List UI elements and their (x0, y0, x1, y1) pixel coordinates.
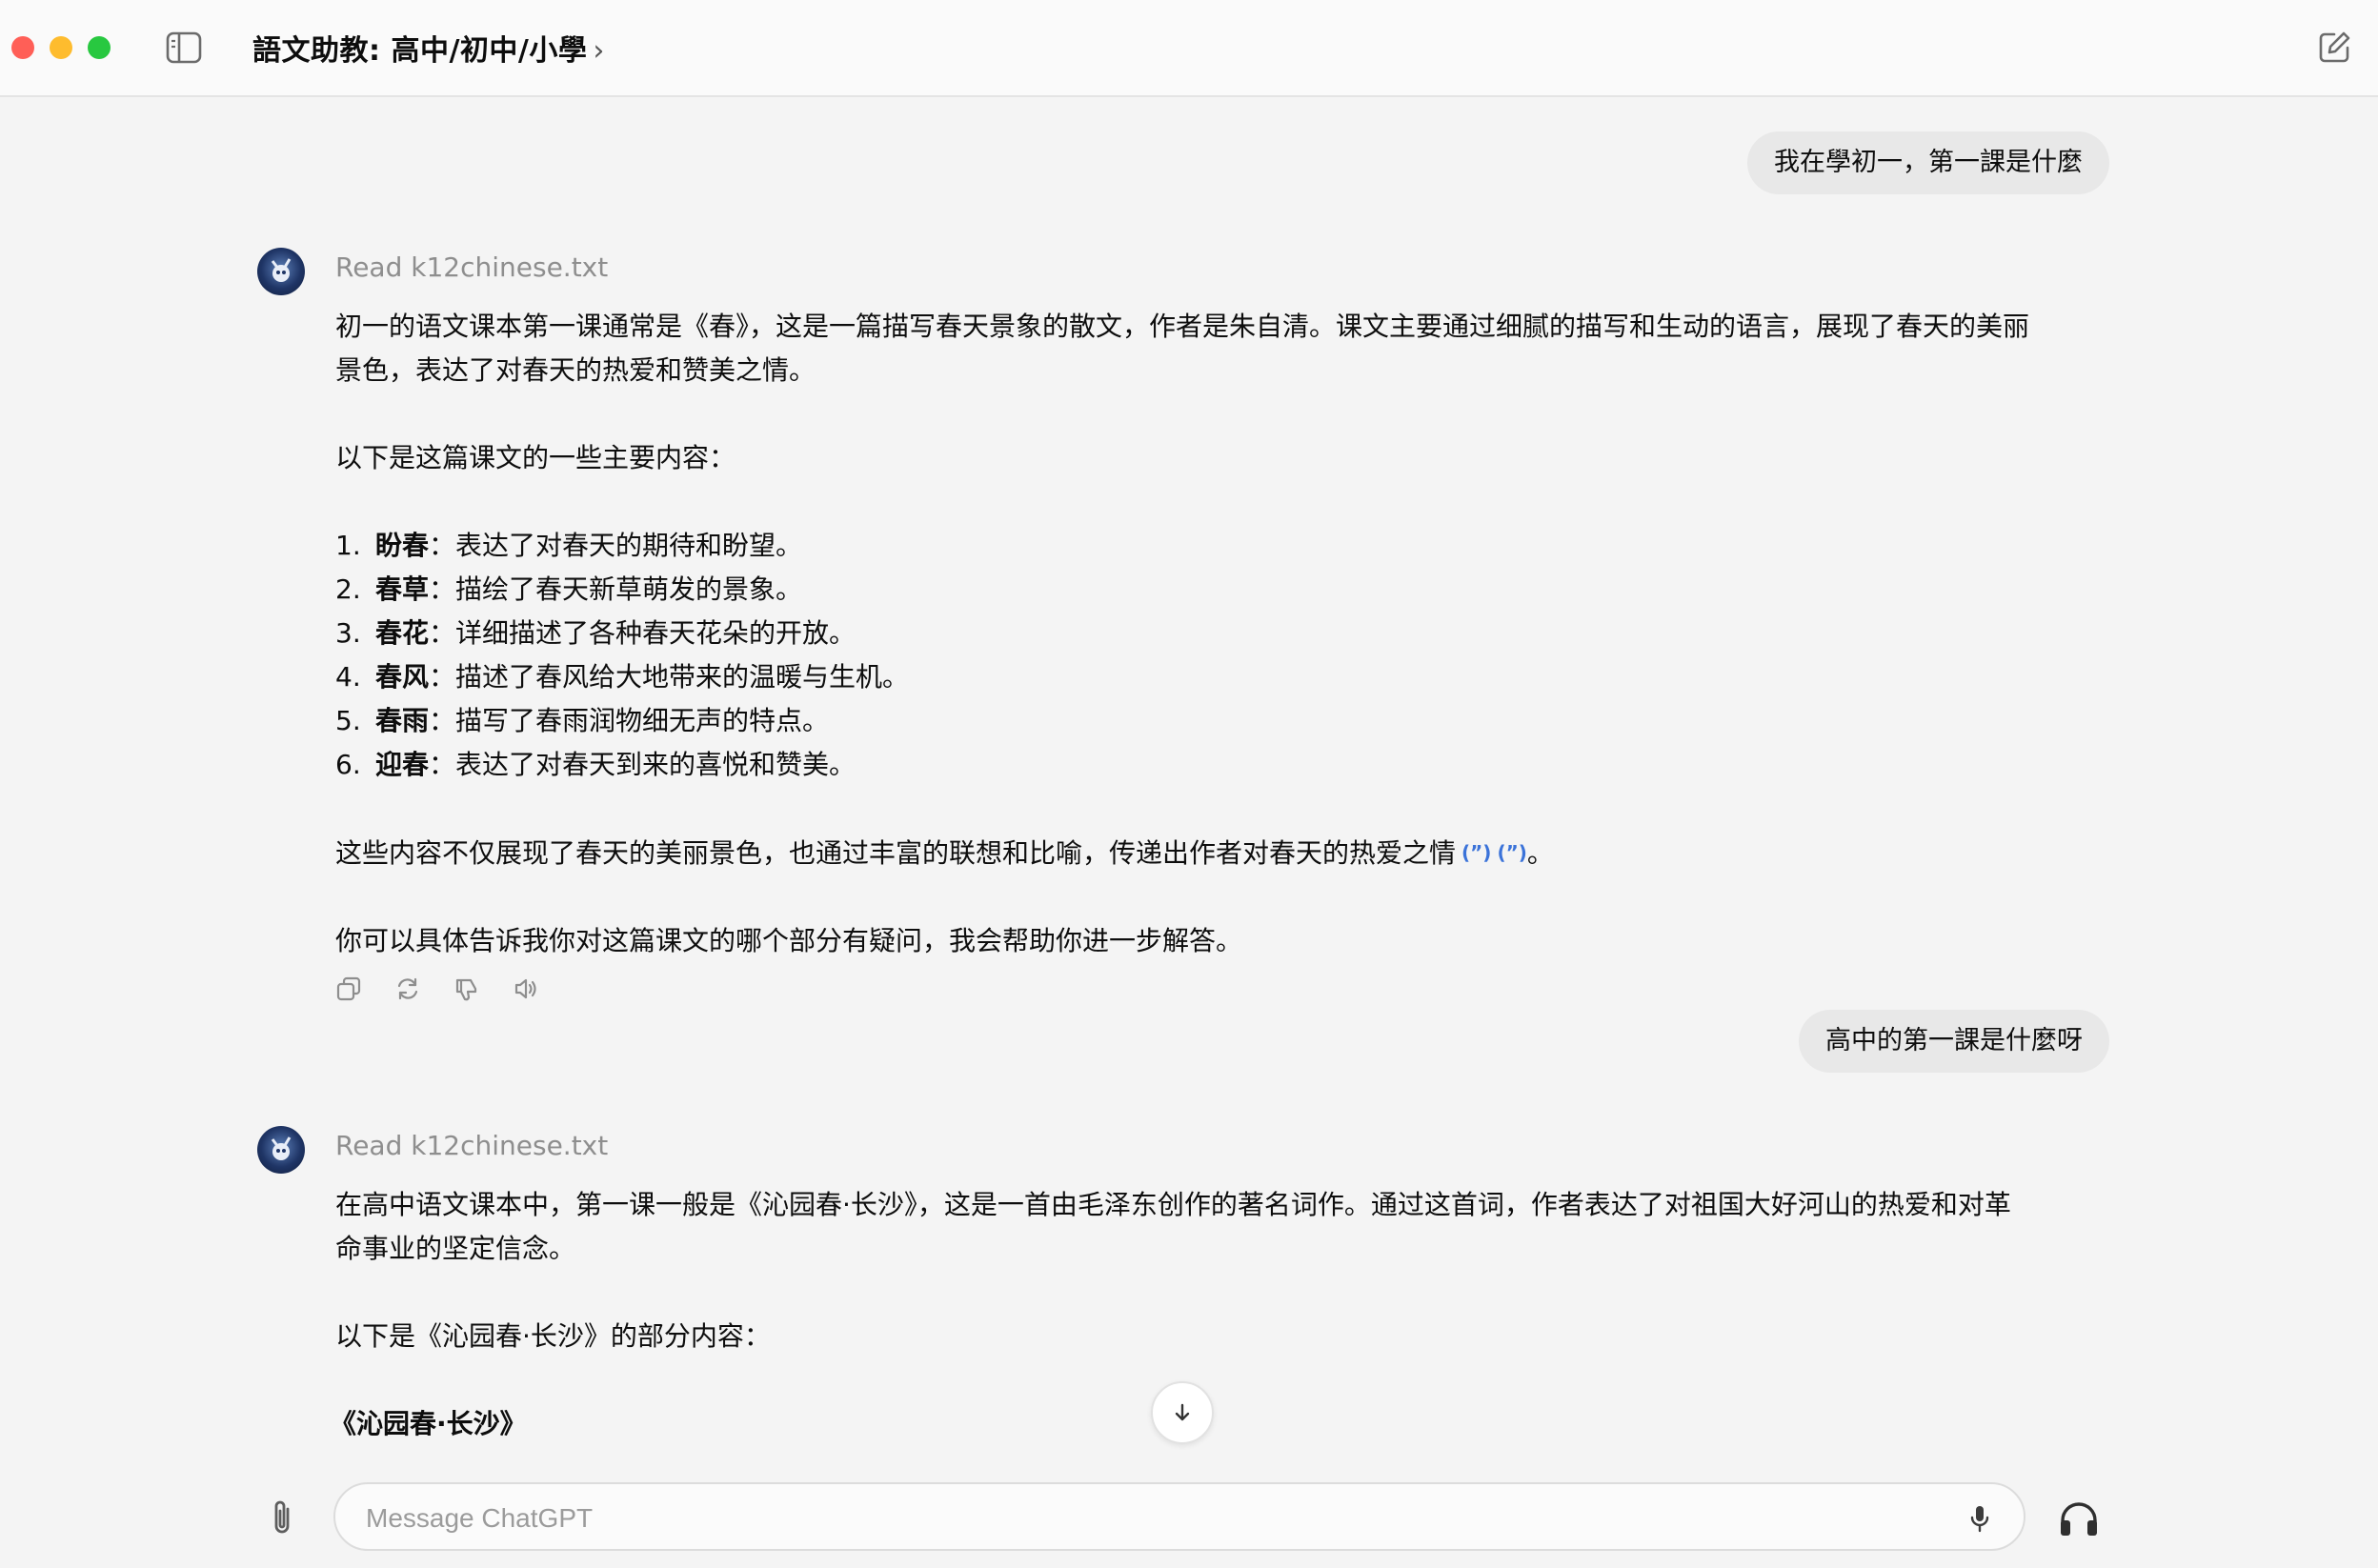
microphone-icon[interactable] (1970, 1505, 1989, 1534)
citation-link[interactable]: (”) (1497, 831, 1526, 874)
scroll-to-bottom-button[interactable] (1151, 1381, 1214, 1444)
paragraph: 初一的语文课本第一课通常是《春》，这是一篇描写春天景象的散文，作者是朱自清。课文… (335, 311, 2030, 386)
user-message: 高中的第一課是什麼呀 (1799, 1010, 2109, 1073)
citation-link[interactable]: (”) (1461, 831, 1491, 874)
paragraph: 以下是这篇课文的一些主要内容： (335, 442, 736, 473)
read-aloud-icon[interactable] (513, 975, 539, 1002)
assistant-message: 初一的语文课本第一课通常是《春》，这是一篇描写春天景象的散文，作者是朱自清。课文… (335, 305, 2031, 963)
thumbs-down-icon[interactable] (453, 975, 480, 1002)
list-item: 3. 春花 ：详细描述了各种春天花朵的开放。 (335, 617, 856, 649)
arrow-down-icon (1175, 1403, 1190, 1421)
paragraph: 在高中语文课本中，第一课一般是《沁园春·长沙》，这是一首由毛泽东创作的著名词作。… (335, 1189, 2011, 1264)
minimize-window-button[interactable] (50, 36, 72, 59)
zoom-window-button[interactable] (88, 36, 111, 59)
title-bar: 語文助教: 高中/初中/小學 › (0, 0, 2378, 97)
list-item: 4. 春风 ：描述了春风给大地带来的温暖与生机。 (335, 661, 910, 693)
new-chat-icon[interactable] (2315, 29, 2353, 67)
paragraph: 你可以具体告诉我你对这篇课文的哪个部分有疑问，我会帮助你进一步解答。 (335, 925, 1243, 956)
gpt-avatar (257, 1126, 305, 1174)
tool-status: Read k12chinese.txt (335, 251, 609, 283)
message-input[interactable] (364, 1496, 1911, 1541)
paragraph: 以下是《沁园春·长沙》的部分内容： (335, 1320, 771, 1352)
paperclip-icon[interactable] (265, 1498, 299, 1539)
gpt-title-menu[interactable]: 語文助教: 高中/初中/小學 › (252, 27, 605, 69)
numbered-list: 1. 盼春 ：表达了对春天的期待和盼望。 2. 春草 ：描绘了春天新草萌发的景象。 3.… (335, 524, 2031, 787)
list-item: 2. 春草 ：描绘了春天新草萌发的景象。 (335, 573, 803, 605)
tool-status: Read k12chinese.txt (335, 1130, 609, 1161)
headphones-icon[interactable] (2058, 1499, 2100, 1538)
copy-icon[interactable] (335, 975, 362, 1002)
user-message: 我在學初一，第一課是什麼 (1747, 131, 2109, 194)
list-item: 1. 盼春 ：表达了对春天的期待和盼望。 (335, 530, 803, 561)
message-composer (333, 1482, 2025, 1551)
regenerate-icon[interactable] (394, 975, 421, 1002)
gpt-avatar (257, 248, 305, 295)
list-item: 6. 迎春 ：表达了对春天到来的喜悦和赞美。 (335, 749, 856, 780)
close-window-button[interactable] (11, 36, 34, 59)
gpt-title: 語文助教: 高中/初中/小學 (252, 34, 588, 68)
sidebar-toggle-icon[interactable] (166, 31, 202, 64)
list-item: 5. 春雨 ：描写了春雨润物细无声的特点。 (335, 705, 830, 736)
chevron-right-icon: › (593, 34, 605, 68)
paragraph: 这些内容不仅展现了春天的美丽景色，也通过丰富的联想和比喻，传递出作者对春天的热爱… (335, 831, 2031, 875)
message-actions (335, 975, 539, 1002)
